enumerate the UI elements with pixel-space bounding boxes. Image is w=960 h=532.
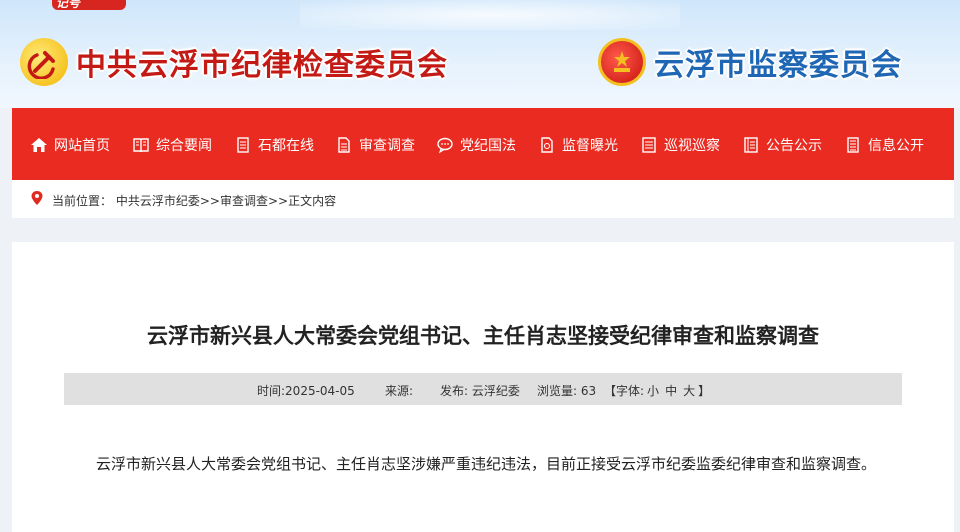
home-icon [31,138,47,152]
article-panel: 云浮市新兴县人大常委会党组书记、主任肖志坚接受纪律审查和监察调查 时间:2025… [12,242,954,532]
breadcrumb-separator: >> [267,194,289,208]
nav-item-online[interactable]: 石都在线 [234,134,314,156]
font-size-prefix: 【字体: [604,384,645,398]
notice-icon [744,137,758,153]
font-small-link[interactable]: 小 [647,384,659,398]
nav-label: 审查调查 [359,138,415,154]
site-header: 记号 中共云浮市纪律检查委员会 云浮市监察委员会 [0,0,960,108]
nav-label: 公告公示 [766,138,822,154]
breadcrumb-home-link[interactable]: 中共云浮市纪委 [116,194,200,208]
nav-label: 信息公开 [868,138,924,154]
national-emblem-icon [598,38,646,86]
article-title: 云浮市新兴县人大常委会党组书记、主任肖志坚接受纪律审查和监察调查 [147,324,819,348]
chat-icon [437,137,453,154]
nav-item-disclosure[interactable]: 信息公开 [844,134,924,156]
nav-label: 巡视巡察 [664,138,720,154]
corner-watermark: 记号 [56,0,81,10]
info-icon [847,137,859,153]
main-nav: 网站首页 综合要闻 石都在线 审查调查 党纪国法 监督曝光 巡视巡察 公告公示 … [12,108,954,180]
left-site-title: 中共云浮市纪律检查委员会 [76,48,448,83]
party-emblem-icon [20,38,68,86]
cpc-brand[interactable]: 中共云浮市纪律检查委员会 [20,38,448,86]
document-icon [237,137,249,153]
font-large-link[interactable]: 大 [683,384,695,398]
font-size-suffix: 】 [698,384,711,398]
nav-item-exposure[interactable]: 监督曝光 [538,134,618,156]
nav-item-home[interactable]: 网站首页 [30,134,110,156]
nav-label: 网站首页 [54,138,110,154]
page-icon [541,137,553,153]
font-medium-link[interactable]: 中 [665,384,677,398]
nav-item-notices[interactable]: 公告公示 [742,134,822,156]
breadcrumb-section-link[interactable]: 审查调查 [220,194,268,208]
article-publisher: 发布: 云浮纪委 [440,384,520,398]
nav-label: 监督曝光 [562,138,618,154]
nav-item-investigation[interactable]: 审查调查 [335,134,415,156]
nav-label: 党纪国法 [460,138,516,154]
publish-time: 时间:2025-04-05 [257,384,355,398]
nav-item-law[interactable]: 党纪国法 [436,134,516,156]
right-site-title: 云浮市监察委员会 [654,48,902,83]
breadcrumb-prefix: 当前位置： [52,194,113,208]
nav-label: 石都在线 [258,138,314,154]
view-count: 浏览量: 63 [537,384,597,398]
breadcrumb-current: 正文内容 [288,194,337,208]
breadcrumb-separator: >> [199,194,220,208]
font-size-control: 【字体: 小中大】 [604,382,710,399]
list-icon [642,137,656,153]
article-body: 云浮市新兴县人大常委会党组书记、主任肖志坚涉嫌严重违纪违法，目前正接受云浮市纪委… [96,455,877,473]
nav-item-news[interactable]: 综合要闻 [132,134,212,156]
article-source: 来源: [385,384,414,398]
supervision-brand[interactable]: 云浮市监察委员会 [598,38,902,86]
file-icon [338,137,350,153]
nav-label: 综合要闻 [156,138,212,154]
book-icon [133,138,149,153]
nav-item-patrol[interactable]: 巡视巡察 [640,134,720,156]
article-meta-bar: 时间:2025-04-05 来源: 发布: 云浮纪委 浏览量: 63 【字体: 小… [64,373,902,405]
location-pin-icon [31,191,43,205]
header-decoration [300,0,680,30]
breadcrumb: 当前位置： 中共云浮市纪委>>审查调查>>正文内容 [12,180,954,218]
